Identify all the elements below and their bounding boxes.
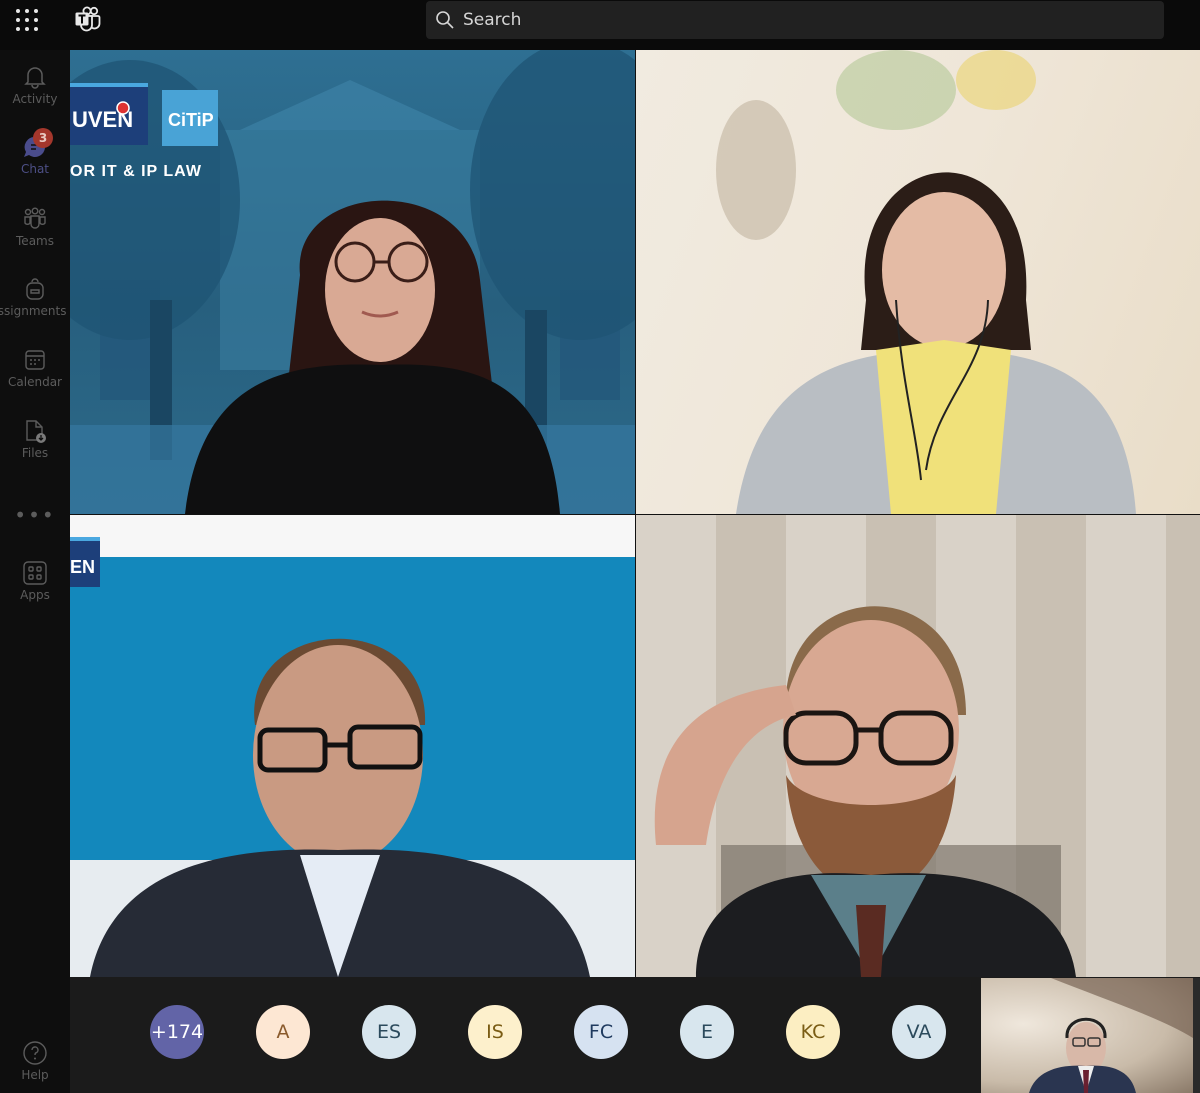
video-feed [1029, 978, 1193, 1093]
search-icon [436, 11, 454, 29]
video-tile-participant-4[interactable] [636, 515, 1200, 977]
meeting-stage: UVEN CiTiP OR IT & IP LAW EN [70, 50, 1200, 977]
logo-text: EN [70, 557, 95, 577]
participant-avatar[interactable]: IS [468, 1005, 522, 1059]
teams-icon [24, 207, 46, 229]
avatar-initials: +174 [150, 1021, 204, 1043]
participant-avatar[interactable]: FC [574, 1005, 628, 1059]
rail-label: Calendar [8, 375, 62, 389]
video-tile-participant-1[interactable]: UVEN CiTiP OR IT & IP LAW [70, 50, 635, 514]
rail-item-files[interactable]: Files [0, 418, 70, 460]
backpack-icon [26, 278, 44, 300]
app-launcher-icon[interactable] [14, 7, 40, 33]
rail-item-chat[interactable]: 3 Chat [0, 128, 70, 176]
self-view-video[interactable] [981, 978, 1193, 1093]
bell-icon [24, 67, 46, 89]
rail-item-teams[interactable]: Teams [0, 206, 70, 248]
logo2-text: CiTiP [168, 110, 214, 130]
video-feed: EN [70, 515, 635, 977]
rail-label: Apps [20, 588, 50, 602]
video-tile-participant-2[interactable] [636, 50, 1200, 514]
avatar-initials: IS [486, 1021, 504, 1043]
rail-item-calendar[interactable]: Calendar [0, 347, 70, 389]
video-feed: UVEN CiTiP OR IT & IP LAW [70, 50, 635, 514]
video-tile-participant-3[interactable]: EN [70, 515, 635, 977]
file-download-icon [26, 420, 46, 443]
participant-avatar[interactable]: ES [362, 1005, 416, 1059]
participant-avatar[interactable]: E [680, 1005, 734, 1059]
rail-label: Assignments [0, 304, 67, 318]
apps-icon [23, 561, 47, 585]
search-placeholder: Search [463, 10, 522, 30]
rail-item-help[interactable]: Help [0, 1040, 70, 1082]
participant-avatar[interactable]: VA [892, 1005, 946, 1059]
avatar-initials: FC [588, 1021, 614, 1043]
top-bar: Search [0, 0, 1200, 50]
avatar-initials: E [700, 1021, 713, 1043]
overflow-count-avatar[interactable]: +174 [150, 1005, 204, 1059]
video-feed [654, 606, 1076, 977]
app-rail: Activity 3 Chat Teams Assignments Calend… [0, 50, 70, 1093]
rail-item-activity[interactable]: Activity [0, 64, 70, 106]
banner-caption: OR IT & IP LAW [70, 163, 202, 180]
participant-overflow-bar: +174 A ES IS FC E KC VA [70, 977, 1200, 1093]
rail-label: Files [21, 446, 49, 460]
unread-badge: 3 [33, 128, 53, 148]
rail-item-assignments[interactable]: Assignments [0, 276, 70, 318]
participant-avatar[interactable]: A [256, 1005, 310, 1059]
search-input[interactable]: Search [426, 1, 1164, 39]
calendar-icon [25, 350, 45, 370]
rail-label: Activity [12, 92, 58, 106]
rail-item-apps[interactable]: Apps [0, 560, 70, 602]
help-icon [23, 1041, 47, 1065]
avatar-initials: KC [800, 1021, 826, 1043]
rail-label: Chat [20, 162, 50, 176]
teams-logo-icon [75, 6, 101, 32]
participant-avatar[interactable]: KC [786, 1005, 840, 1059]
strip-edge [1193, 978, 1200, 1093]
rail-label: Teams [16, 234, 54, 248]
more-apps-icon[interactable]: ••• [0, 503, 70, 527]
avatar-initials: ES [376, 1021, 402, 1043]
rail-label: Help [21, 1068, 49, 1082]
avatar-initials: A [276, 1021, 290, 1043]
avatar-initials: VA [906, 1021, 932, 1043]
video-feed [716, 50, 1136, 514]
